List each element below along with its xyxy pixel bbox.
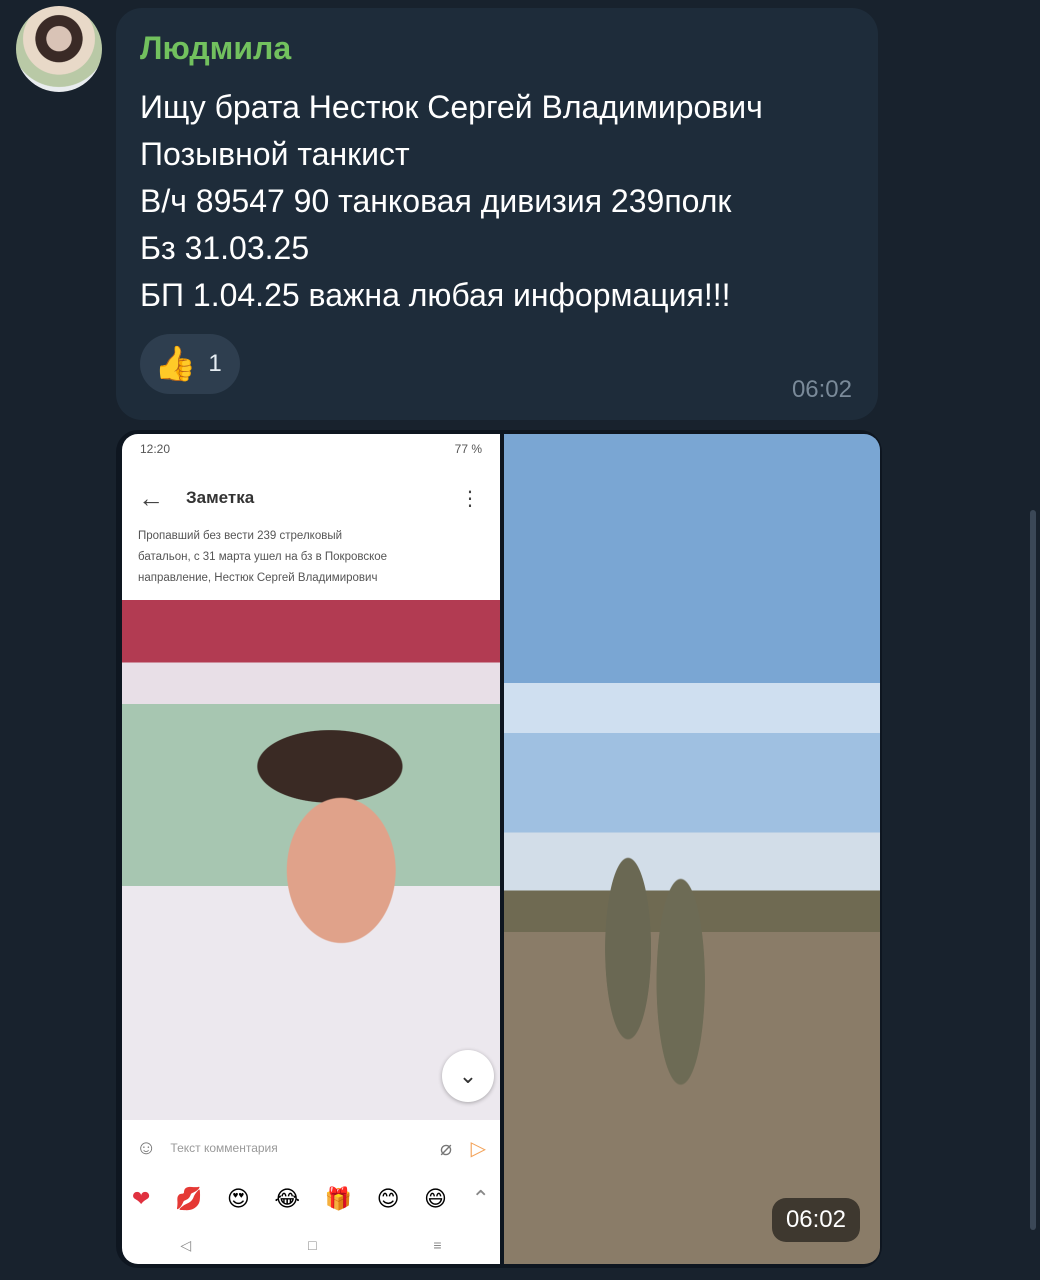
message-bubble: Людмила Ищу брата Нестюк Сергей Владимир… [116,8,878,420]
media-time: 06:02 [771,1198,860,1242]
message-line: Позывной танкист [140,136,410,172]
note-title: Заметка [186,488,255,507]
message-line: БП 1.04.25 важна любая информация!!! [140,277,731,313]
emoji-kiss-icon: 💋 [174,1186,203,1211]
sender-name[interactable]: Людмила [140,30,291,67]
message-text: Ищу брата Нестюк Сергей Владимирович Поз… [140,84,860,319]
nav-home-icon: □ [308,1237,317,1253]
emoji-love-eyes-icon: 😍 [226,1186,250,1211]
reaction-count: 1 [208,350,222,377]
status-time: 12:20 [140,442,171,456]
note-line: направление, Нестюк Сергей Владимирович [138,572,378,584]
message-line: Бз 31.03.25 [140,230,310,266]
media-album[interactable]: 12:20 77 % ← Заметка ⋮ Пропавший без вес… [116,430,882,1268]
note-header: ← Заметка ⋮ [122,478,500,518]
sender-avatar[interactable] [16,6,102,92]
message-line: В/ч 89547 90 танковая дивизия 239полк [140,183,732,219]
chevron-down-icon: ⌄ [442,1050,494,1102]
soldiers-photo[interactable]: 06:02 [504,434,880,1264]
note-line: батальон, с 31 марта ушел на бз в Покров… [138,551,388,563]
scrollbar[interactable] [1030,510,1036,1230]
emoji-grin-icon: 😄 [424,1186,447,1211]
status-battery: 77 % [454,442,482,456]
back-arrow-icon: ← [138,482,164,513]
note-line: Пропавший без вести 239 стрелковый [138,530,343,542]
emoji-heart-icon: ❤ [132,1186,151,1211]
nav-menu-icon: ≡ [433,1237,442,1253]
message-line: Ищу брата Нестюк Сергей Владимирович [140,89,763,125]
reaction-thumbs-up[interactable]: 👍 1 [140,334,240,394]
thumbs-up-icon: 👍 [154,345,197,383]
emoji-laugh-icon: 😂 [274,1186,301,1211]
more-vert-icon: ⋮ [460,487,480,510]
note-text: Пропавший без вести 239 стрелковый батал… [138,526,488,589]
attach-icon: ⌀ [439,1137,452,1160]
android-nav-bar: ◁ □ ≡ [122,1230,500,1260]
selfie-photo [122,600,500,1120]
screenshot-image[interactable]: 12:20 77 % ← Заметка ⋮ Пропавший без вес… [122,434,500,1264]
status-bar: 12:20 77 % [140,442,482,462]
nav-back-icon: ◁ [180,1236,192,1253]
message-time: 06:02 [791,376,852,403]
comment-bar: ☺ Текст комментария ⌀ ▷ [122,1126,500,1170]
emoji-gift-icon: 🎁 [324,1186,353,1211]
emoji-row: ❤ 💋 😍 😂 🎁 😊 😄 ⌃ [132,1182,490,1216]
send-icon: ▷ [470,1137,486,1160]
comment-placeholder: Текст комментария [170,1141,278,1155]
emoji-smile-icon: 😊 [376,1186,400,1211]
chevron-up-icon: ⌃ [471,1186,490,1211]
smile-icon: ☺ [136,1136,157,1159]
